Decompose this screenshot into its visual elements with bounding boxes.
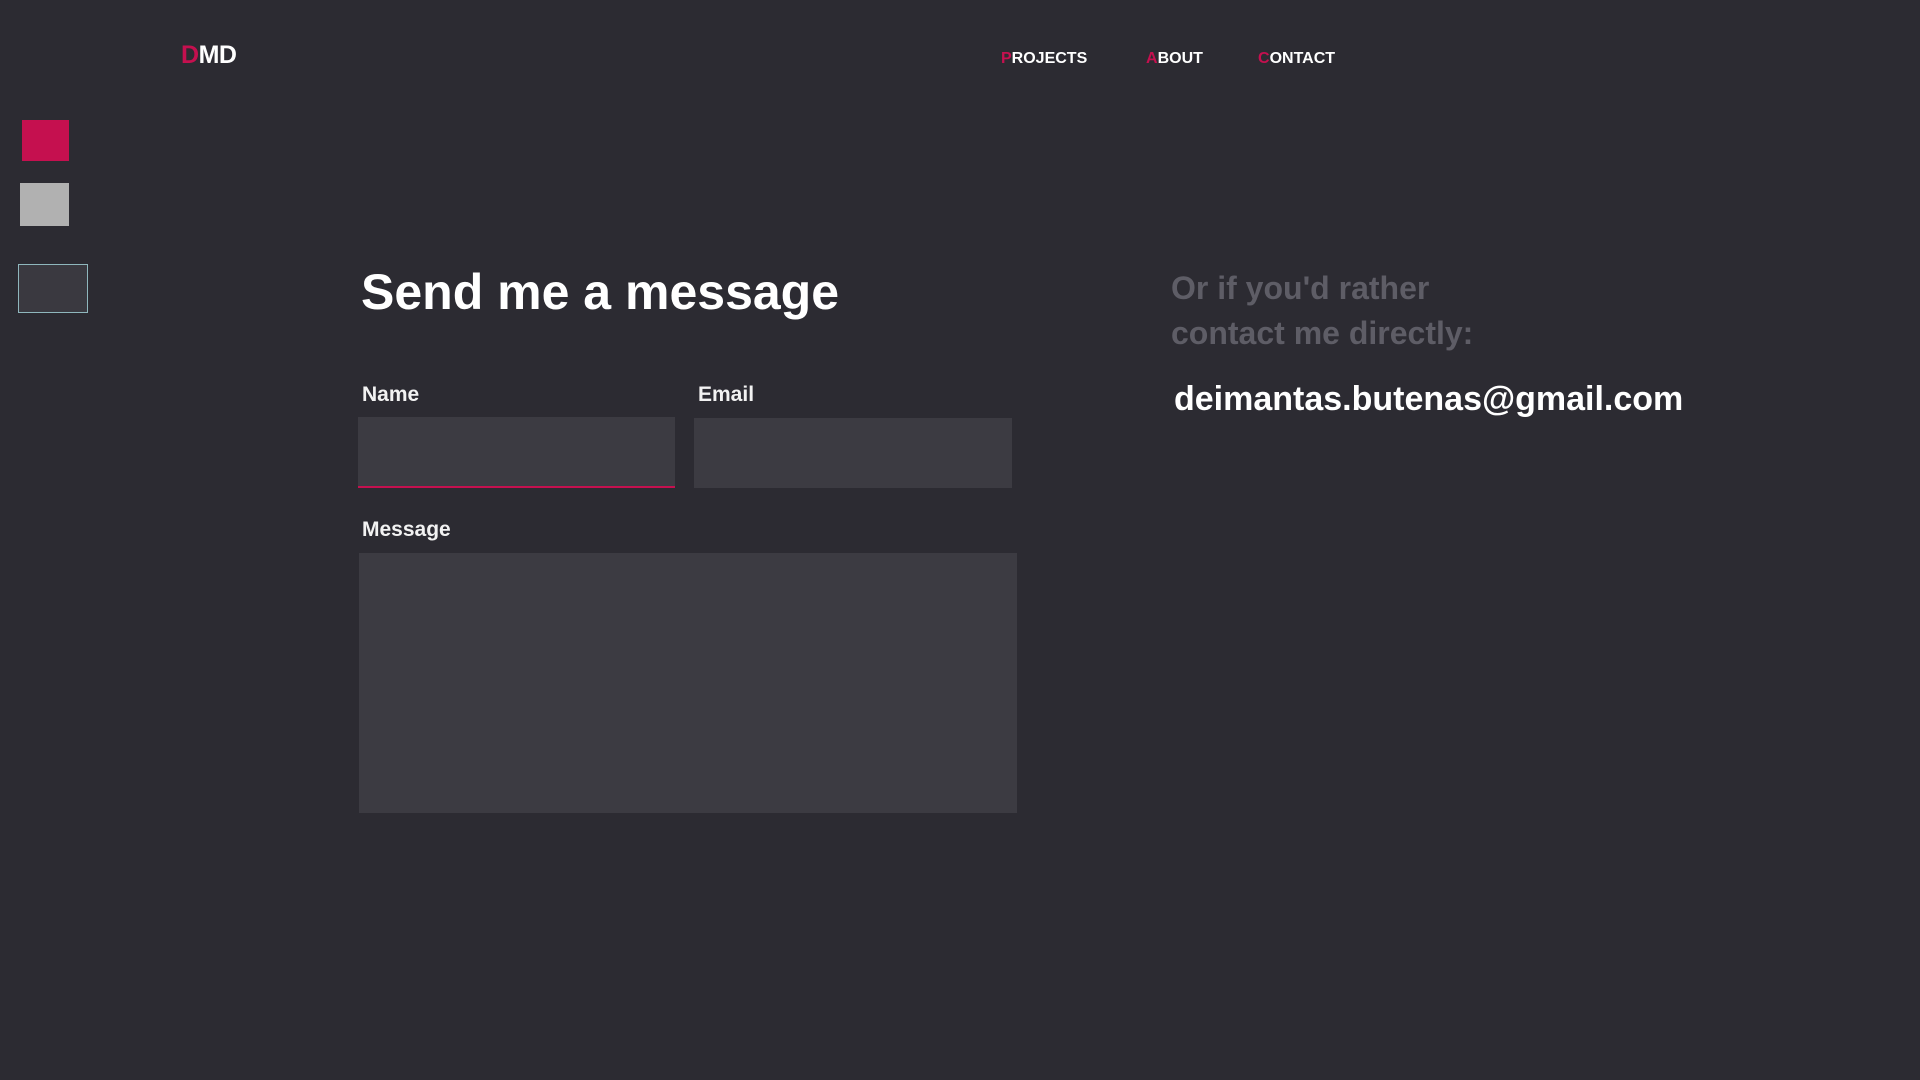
message-label: Message	[362, 518, 451, 541]
logo-link[interactable]: DMD	[181, 40, 237, 70]
logo-first-letter: D	[181, 41, 199, 69]
form-title: Send me a message	[361, 264, 840, 320]
email-field[interactable]	[694, 418, 1012, 488]
message-field[interactable]	[359, 553, 1017, 813]
name-label: Name	[362, 383, 420, 406]
nav-link-projects[interactable]: PROJECTS	[1001, 49, 1087, 69]
logo-rest: MD	[198, 41, 237, 69]
contact-email-link[interactable]: deimantas.butenas@gmail.com	[1174, 378, 1683, 420]
nav-contact-rest: ONTACT	[1269, 50, 1336, 67]
contact-heading-line1: Or if you'd rather	[1171, 270, 1430, 306]
nav-projects-rest: ROJECTS	[1011, 50, 1088, 67]
nav-about-first-letter: A	[1146, 50, 1158, 67]
name-field[interactable]	[358, 417, 675, 488]
theme-swatch-crimson[interactable]	[22, 120, 69, 161]
theme-swatch-gray[interactable]	[20, 183, 69, 226]
contact-heading-line2: contact me directly:	[1171, 315, 1474, 351]
nav-link-about[interactable]: ABOUT	[1146, 49, 1203, 69]
theme-swatch-dark[interactable]	[18, 264, 88, 313]
email-label: Email	[698, 383, 755, 406]
nav-link-contact[interactable]: CONTACT	[1258, 49, 1335, 69]
nav-projects-first-letter: P	[1001, 50, 1012, 67]
nav-contact-first-letter: C	[1258, 50, 1270, 67]
contact-heading: Or if you'd rather contact me directly:	[1171, 266, 1591, 356]
nav-about-rest: BOUT	[1157, 50, 1203, 67]
